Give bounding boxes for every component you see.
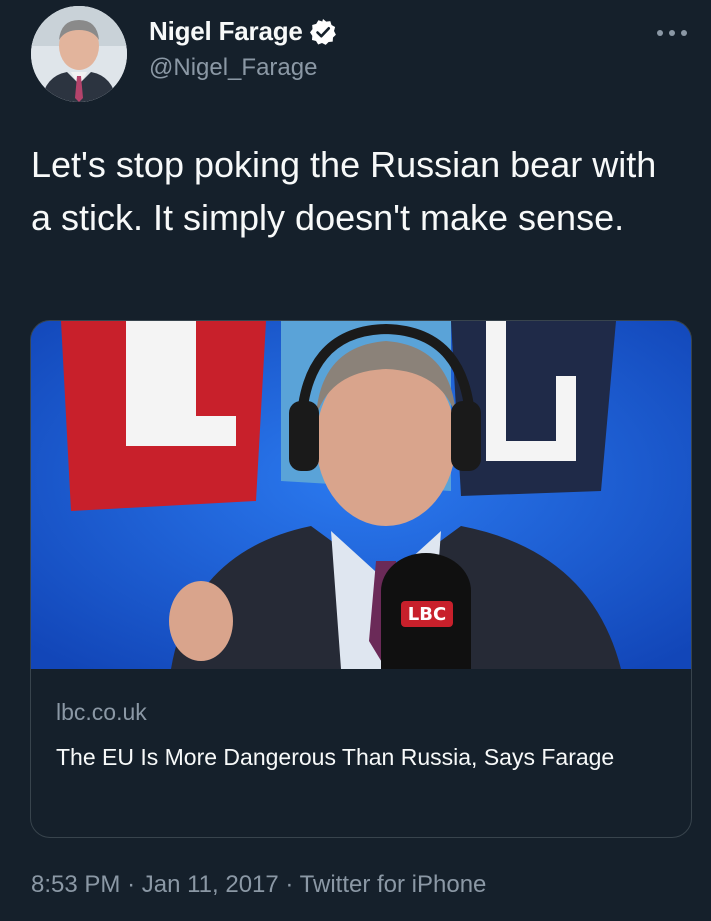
tweet-time[interactable]: 8:53 PM — [31, 871, 120, 898]
tweet-meta: 8:53 PM · Jan 11, 2017 · Twitter for iPh… — [31, 871, 486, 899]
avatar[interactable] — [31, 6, 127, 102]
more-horizontal-icon[interactable] — [655, 14, 689, 45]
card-title: The EU Is More Dangerous Than Russia, Sa… — [56, 744, 615, 770]
card-domain: lbc.co.uk — [56, 699, 147, 725]
display-name[interactable]: Nigel Farage — [149, 16, 303, 47]
link-card[interactable]: LBC lbc.co.uk The EU Is More Dangerous T… — [30, 320, 692, 838]
avatar-photo — [31, 6, 127, 102]
tweet-date[interactable]: Jan 11, 2017 — [142, 871, 279, 898]
handle[interactable]: @Nigel_Farage — [149, 54, 317, 82]
tweet-text: Let's stop poking the Russian bear with … — [31, 144, 657, 238]
verified-badge-icon — [309, 18, 337, 46]
tweet: Nigel Farage @Nigel_Farage Let's stop po… — [0, 0, 711, 921]
tweet-source[interactable]: Twitter for iPhone — [300, 871, 487, 898]
name-row: Nigel Farage — [149, 16, 337, 47]
card-image[interactable]: LBC — [31, 321, 691, 669]
meta-separator: · — [285, 871, 294, 898]
mic-logo-text: LBC — [408, 604, 446, 625]
meta-separator: · — [127, 871, 136, 898]
